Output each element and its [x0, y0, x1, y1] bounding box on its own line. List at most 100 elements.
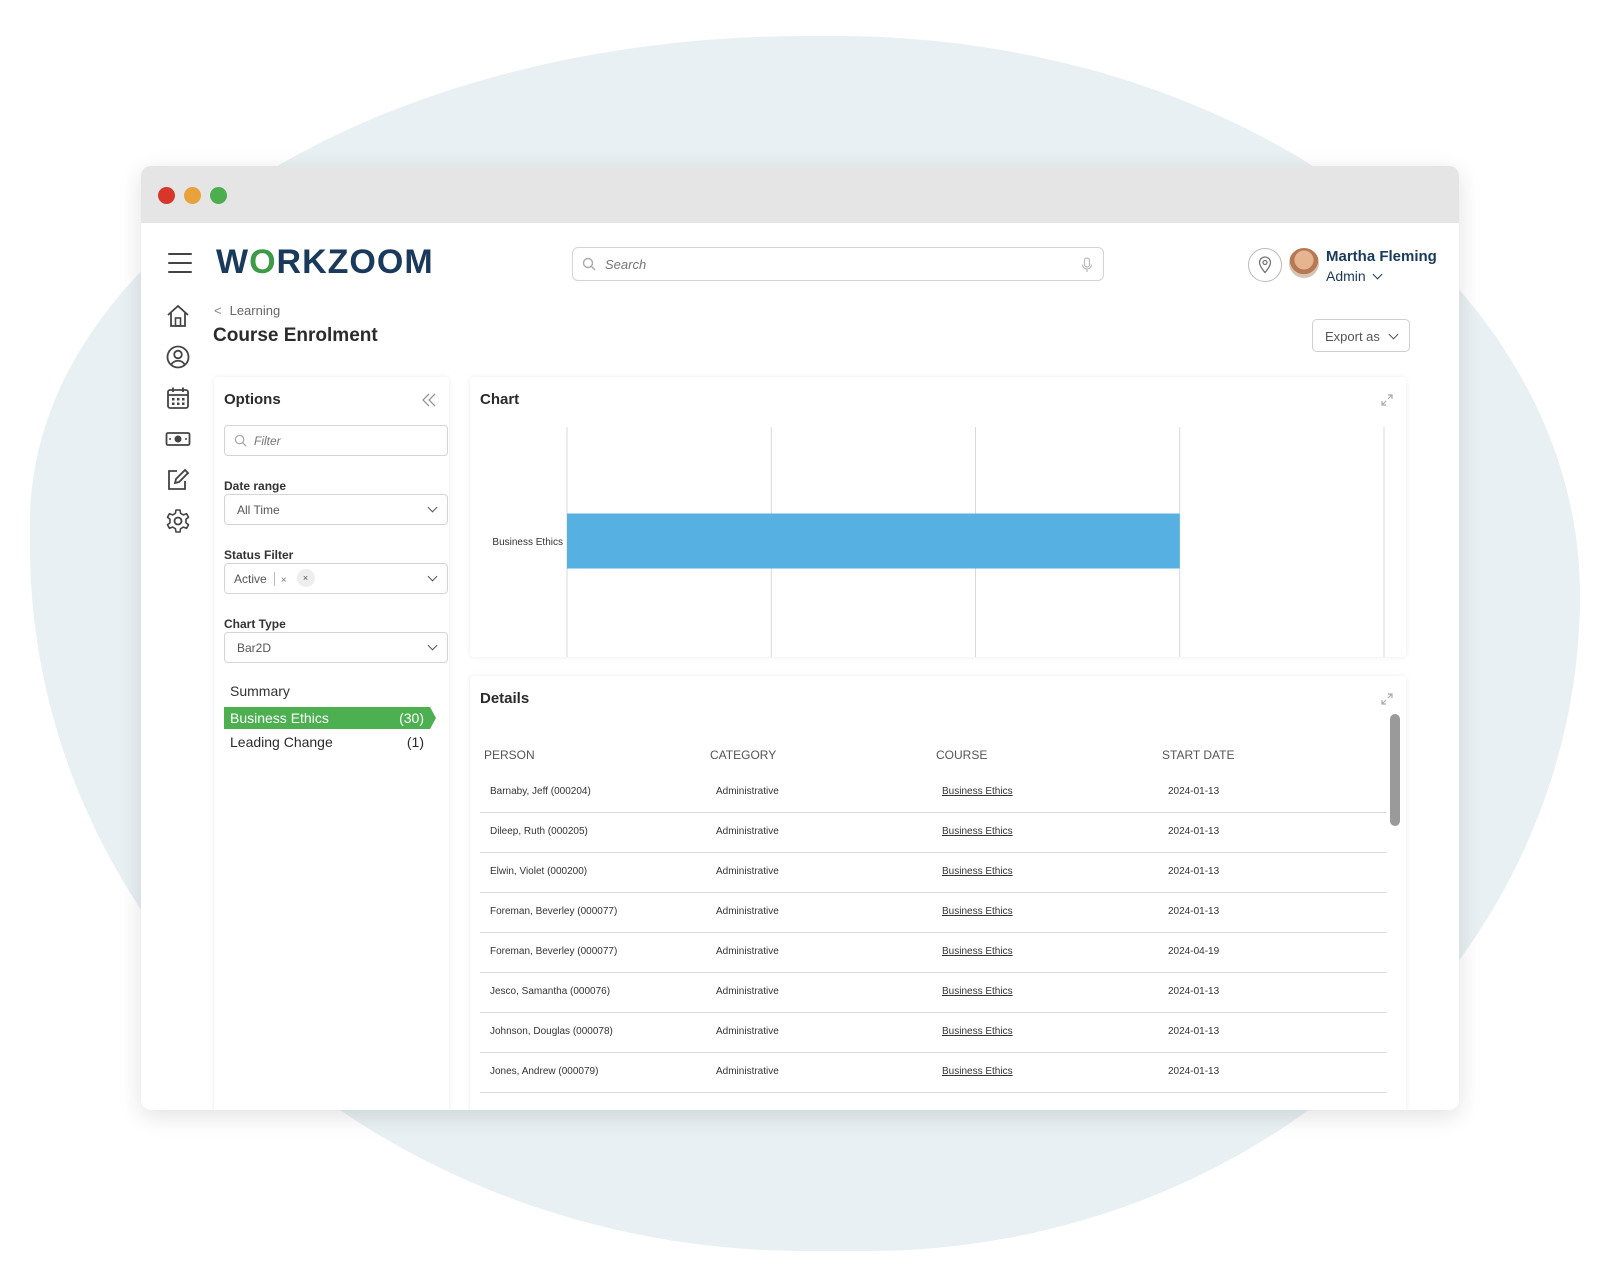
search-icon: [234, 434, 247, 447]
cell-category: Administrative: [716, 986, 779, 997]
export-as-button[interactable]: Export as: [1312, 319, 1410, 352]
user-avatar[interactable]: [1289, 248, 1319, 278]
chevron-down-icon: [427, 571, 438, 582]
location-button[interactable]: [1248, 248, 1282, 282]
status-filter-select[interactable]: Active × ×: [224, 563, 448, 594]
summary-item-count: (1): [406, 734, 424, 750]
cell-category: Administrative: [716, 1066, 779, 1077]
microphone-icon[interactable]: [1081, 257, 1093, 273]
cell-category: Administrative: [716, 1026, 779, 1037]
status-filter-label: Status Filter: [224, 548, 294, 562]
date-range-select[interactable]: All Time: [224, 494, 448, 525]
summary-item-label: Business Ethics: [230, 710, 329, 726]
remove-tag-icon[interactable]: ×: [281, 575, 287, 586]
breadcrumb-parent[interactable]: Learning: [230, 303, 281, 318]
breadcrumb[interactable]: < Learning: [214, 303, 280, 318]
user-role-dropdown[interactable]: Admin: [1326, 268, 1383, 284]
chevron-down-icon: [427, 502, 438, 513]
cell-start-date: 2024-01-13: [1168, 1026, 1220, 1037]
back-chevron-icon: <: [214, 303, 222, 318]
edit-icon[interactable]: [165, 467, 191, 493]
user-name[interactable]: Martha Fleming: [1326, 248, 1437, 265]
close-window-button[interactable]: [158, 187, 175, 204]
hamburger-menu-icon[interactable]: [168, 253, 192, 273]
minimize-window-button[interactable]: [184, 187, 201, 204]
side-navigation: [165, 303, 195, 549]
page-title: Course Enrolment: [213, 325, 378, 346]
global-search[interactable]: [572, 247, 1104, 281]
cell-start-date: 2024-01-13: [1168, 906, 1220, 917]
calendar-icon[interactable]: [165, 385, 191, 411]
cell-course[interactable]: Business Ethics: [942, 946, 1013, 957]
table-row[interactable]: Elwin, Violet (000200) Administrative Busi…: [480, 853, 1386, 893]
cell-category: Administrative: [716, 866, 779, 877]
table-row[interactable]: Johnson, Douglas (000078) Administrative B…: [480, 1013, 1386, 1053]
app-content: WORKZOOM Martha Fleming Admin <Learning …: [141, 223, 1459, 1110]
expand-icon[interactable]: [1380, 692, 1394, 706]
search-input[interactable]: [605, 248, 1055, 280]
summary-item-business-ethics[interactable]: Business Ethics (30): [224, 707, 436, 729]
date-range-value: All Time: [237, 503, 280, 517]
cell-course[interactable]: Business Ethics: [942, 786, 1013, 797]
home-icon[interactable]: [165, 303, 191, 329]
profile-icon[interactable]: [165, 344, 191, 370]
cell-person: Barnaby, Jeff (000204): [490, 786, 591, 797]
cell-start-date: 2024-01-13: [1168, 1066, 1220, 1077]
cell-category: Administrative: [716, 786, 779, 797]
window-titlebar: [141, 166, 1459, 223]
filter-input[interactable]: [254, 426, 434, 455]
table-row[interactable]: Foreman, Beverley (000077) Administrative…: [480, 933, 1386, 973]
chevron-down-icon: [1372, 269, 1383, 280]
bar-business-ethics[interactable]: [567, 513, 1180, 569]
user-role-label: Admin: [1326, 268, 1366, 284]
status-tag-active: Active: [234, 572, 275, 586]
cell-course[interactable]: Business Ethics: [942, 906, 1013, 917]
cell-course[interactable]: Business Ethics: [942, 826, 1013, 837]
cell-course[interactable]: Business Ethics: [942, 1026, 1013, 1037]
category-label: Business Ethics: [492, 537, 563, 548]
settings-icon[interactable]: [165, 508, 191, 534]
cell-person: Dileep, Ruth (000205): [490, 826, 588, 837]
table-scrollbar[interactable]: [1390, 714, 1400, 826]
summary-item-leading-change[interactable]: Leading Change (1): [224, 731, 430, 753]
table-row[interactable]: Jesco, Samantha (000076) Administrative Bu…: [480, 973, 1386, 1013]
collapse-double-chevron-icon[interactable]: [421, 393, 437, 407]
chart-type-label: Chart Type: [224, 617, 286, 631]
column-header-start-date[interactable]: START DATE: [1162, 748, 1234, 762]
summary-item-count: (30): [399, 710, 424, 726]
clear-selection-icon[interactable]: ×: [296, 569, 315, 587]
chart-panel: Chart Business Ethics: [470, 377, 1406, 657]
chevron-down-icon: [1388, 329, 1399, 340]
chart-type-select[interactable]: Bar2D: [224, 632, 448, 663]
options-title: Options: [224, 391, 281, 408]
cell-person: Johnson, Douglas (000078): [490, 1026, 613, 1037]
cell-person: Jesco, Samantha (000076): [490, 986, 611, 997]
maximize-window-button[interactable]: [210, 187, 227, 204]
cell-category: Administrative: [716, 946, 779, 957]
cell-person: Foreman, Beverley (000077): [490, 906, 618, 917]
cell-course[interactable]: Business Ethics: [942, 986, 1013, 997]
options-filter[interactable]: [224, 425, 448, 456]
payroll-icon[interactable]: [165, 426, 191, 452]
chart-type-value: Bar2D: [237, 641, 272, 655]
workzoom-logo[interactable]: WORKZOOM: [216, 243, 434, 282]
bar-chart: Business Ethics: [492, 427, 1385, 657]
summary-item-label: Leading Change: [230, 734, 333, 750]
column-header-person[interactable]: PERSON: [484, 748, 535, 762]
cell-course[interactable]: Business Ethics: [942, 1066, 1013, 1077]
date-range-label: Date range: [224, 479, 287, 493]
details-title: Details: [480, 690, 530, 707]
cell-start-date: 2024-01-13: [1168, 826, 1220, 837]
cell-course[interactable]: Business Ethics: [942, 866, 1013, 877]
cell-person: Foreman, Beverley (000077): [490, 946, 618, 957]
table-row[interactable]: Barnaby, Jeff (000204) Administrative Busi…: [480, 773, 1386, 813]
column-header-category[interactable]: CATEGORY: [710, 748, 776, 762]
table-row[interactable]: Foreman, Beverley (000077) Administrative…: [480, 893, 1386, 933]
column-header-course[interactable]: COURSE: [936, 748, 987, 762]
table-row[interactable]: Jones, Andrew (000079) Administrative Busi…: [480, 1053, 1386, 1093]
cell-start-date: 2024-04-19: [1168, 946, 1220, 957]
cell-start-date: 2024-01-13: [1168, 986, 1220, 997]
table-body: Barnaby, Jeff (000204) Administrative Busi…: [480, 773, 1386, 1093]
table-row[interactable]: Dileep, Ruth (000205) Administrative Busin…: [480, 813, 1386, 853]
cell-start-date: 2024-01-13: [1168, 866, 1220, 877]
